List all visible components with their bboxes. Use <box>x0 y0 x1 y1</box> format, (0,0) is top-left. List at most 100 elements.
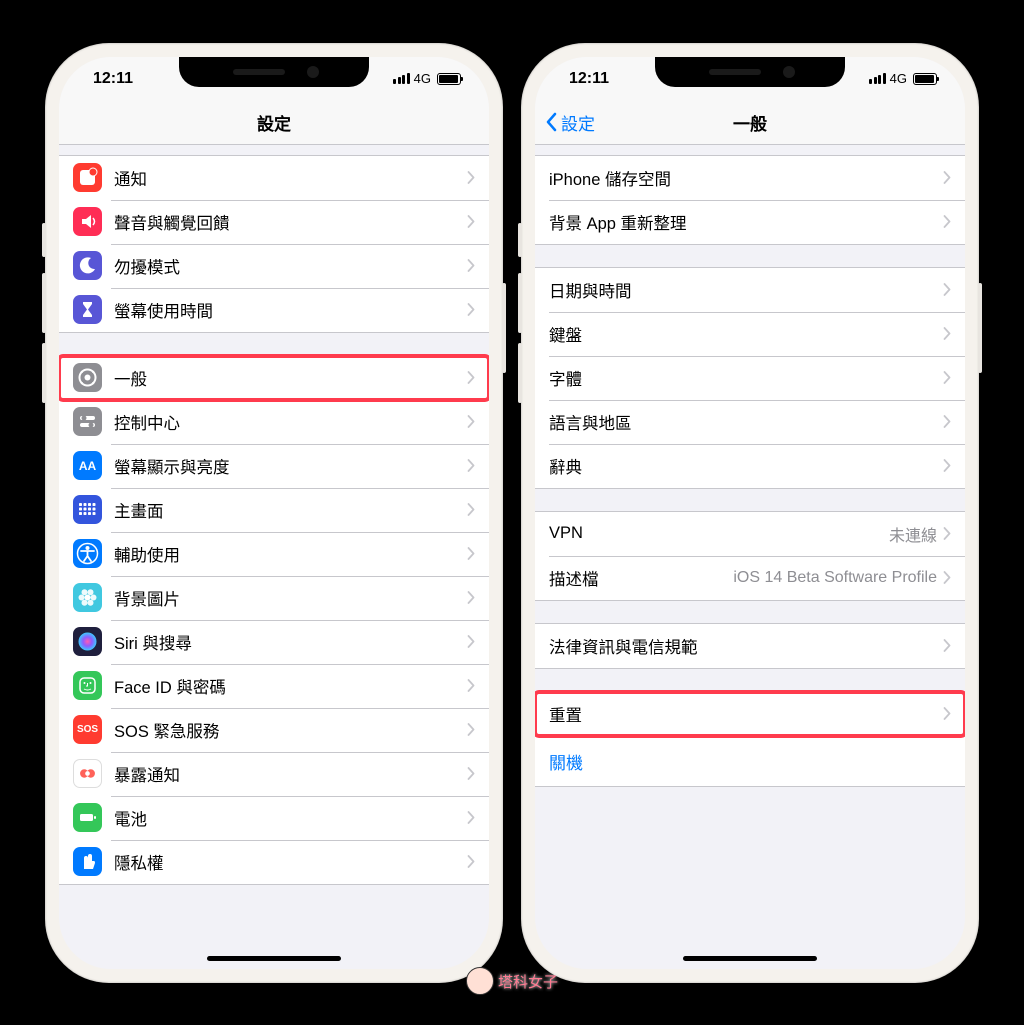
row-label: 主畫面 <box>114 498 467 522</box>
nav-bar: 設定 <box>59 101 489 145</box>
flower-icon <box>73 583 102 612</box>
row-label: 控制中心 <box>114 410 467 434</box>
row-general[interactable]: 一般 <box>59 356 489 400</box>
network-label: 4G <box>414 71 431 86</box>
row-faceid[interactable]: Face ID 與密碼 <box>59 664 489 708</box>
network-label: 4G <box>890 71 907 86</box>
chevron-right-icon <box>467 767 475 780</box>
row-screentime[interactable]: 螢幕使用時間 <box>59 288 489 332</box>
general-list[interactable]: iPhone 儲存空間背景 App 重新整理日期與時間鍵盤字體語言與地區辭典 VP… <box>535 145 965 969</box>
power-button <box>502 283 506 373</box>
row-language[interactable]: 語言與地區 <box>535 400 965 444</box>
row-label: 螢幕顯示與亮度 <box>114 454 467 478</box>
row-label: 電池 <box>114 806 467 830</box>
row-label: 重置 <box>549 702 943 726</box>
row-legal[interactable]: 法律資訊與電信規範 <box>535 624 965 668</box>
nav-bar: 設定 一般 <box>535 101 965 145</box>
mute-switch <box>42 223 46 257</box>
notch <box>655 57 845 87</box>
row-notifications[interactable]: 通知 <box>59 156 489 200</box>
row-storage[interactable]: iPhone 儲存空間 <box>535 156 965 200</box>
row-label: 描述檔 <box>549 566 733 590</box>
row-label: 一般 <box>114 366 467 390</box>
chevron-right-icon <box>467 459 475 472</box>
chevron-right-icon <box>467 855 475 868</box>
chevron-right-icon <box>467 635 475 648</box>
chevron-right-icon <box>943 527 951 540</box>
row-label: 法律資訊與電信規範 <box>549 634 943 658</box>
siri-icon <box>73 627 102 656</box>
back-button[interactable]: 設定 <box>545 110 595 135</box>
row-bgrefresh[interactable]: 背景 App 重新整理 <box>535 200 965 244</box>
row-profiles[interactable]: 描述檔iOS 14 Beta Software Profile <box>535 556 965 600</box>
gear-icon <box>73 363 102 392</box>
row-vpn[interactable]: VPN未連線 <box>535 512 965 556</box>
chevron-right-icon <box>943 571 951 584</box>
battery-icon <box>73 803 102 832</box>
row-label: SOS 緊急服務 <box>114 718 467 742</box>
row-label: 鍵盤 <box>549 322 943 346</box>
chevron-right-icon <box>467 679 475 692</box>
watermark-text: 塔科女子 <box>498 971 558 992</box>
row-keyboard[interactable]: 鍵盤 <box>535 312 965 356</box>
row-detail: 未連線 <box>889 522 937 546</box>
row-dictionary[interactable]: 辭典 <box>535 444 965 488</box>
home-indicator[interactable] <box>683 956 817 961</box>
row-wallpaper[interactable]: 背景圖片 <box>59 576 489 620</box>
phone-right: 12:11 4G 設定 一般 iPhone 儲存空間背景 App 重新整理日期與… <box>521 43 979 983</box>
row-datetime[interactable]: 日期與時間 <box>535 268 965 312</box>
row-label: 螢幕使用時間 <box>114 298 467 322</box>
row-label: 字體 <box>549 366 943 390</box>
status-right: 4G <box>869 71 937 86</box>
settings-list[interactable]: 通知聲音與觸覺回饋勿擾模式螢幕使用時間一般控制中心 AA螢幕顯示與亮度主畫面輔助使… <box>59 145 489 969</box>
chevron-right-icon <box>943 283 951 296</box>
row-label: 日期與時間 <box>549 278 943 302</box>
signal-icon <box>869 73 886 84</box>
row-dnd[interactable]: 勿擾模式 <box>59 244 489 288</box>
chevron-right-icon <box>467 371 475 384</box>
row-fonts[interactable]: 字體 <box>535 356 965 400</box>
battery-icon <box>913 73 937 85</box>
row-controlcenter[interactable]: 控制中心 <box>59 400 489 444</box>
grid-icon <box>73 495 102 524</box>
row-label: 隱私權 <box>114 850 467 874</box>
chevron-right-icon <box>943 171 951 184</box>
hourglass-icon <box>73 295 102 324</box>
hand-icon <box>73 847 102 876</box>
row-exposure[interactable]: 暴露通知 <box>59 752 489 796</box>
battery-icon <box>437 73 461 85</box>
chevron-right-icon <box>467 503 475 516</box>
row-sounds[interactable]: 聲音與觸覺回饋 <box>59 200 489 244</box>
row-reset[interactable]: 重置 <box>535 692 965 736</box>
chevron-left-icon <box>545 112 557 132</box>
exposure-icon <box>73 759 102 788</box>
home-indicator[interactable] <box>207 956 341 961</box>
row-label: Face ID 與密碼 <box>114 674 467 698</box>
signal-icon <box>393 73 410 84</box>
faceid-icon <box>73 671 102 700</box>
volume-down-button <box>518 343 522 403</box>
back-label: 設定 <box>561 110 595 135</box>
row-label: 背景 App 重新整理 <box>549 210 943 234</box>
row-sos[interactable]: SOS SOS 緊急服務 <box>59 708 489 752</box>
row-label: 背景圖片 <box>114 586 467 610</box>
chevron-right-icon <box>467 547 475 560</box>
row-homescreen[interactable]: 主畫面 <box>59 488 489 532</box>
row-label: 勿擾模式 <box>114 254 467 278</box>
row-label: 語言與地區 <box>549 410 943 434</box>
sounds-icon <box>73 207 102 236</box>
row-display[interactable]: AA螢幕顯示與亮度 <box>59 444 489 488</box>
row-battery[interactable]: 電池 <box>59 796 489 840</box>
row-label: 通知 <box>114 166 467 190</box>
shutdown-button[interactable]: 關機 <box>535 737 965 787</box>
screen-right: 12:11 4G 設定 一般 iPhone 儲存空間背景 App 重新整理日期與… <box>535 57 965 969</box>
row-accessibility[interactable]: 輔助使用 <box>59 532 489 576</box>
row-privacy[interactable]: 隱私權 <box>59 840 489 884</box>
chevron-right-icon <box>467 303 475 316</box>
row-label: Siri 與搜尋 <box>114 630 467 654</box>
row-siri[interactable]: Siri 與搜尋 <box>59 620 489 664</box>
power-button <box>978 283 982 373</box>
sos-icon: SOS <box>73 715 102 744</box>
volume-up-button <box>518 273 522 333</box>
status-right: 4G <box>393 71 461 86</box>
